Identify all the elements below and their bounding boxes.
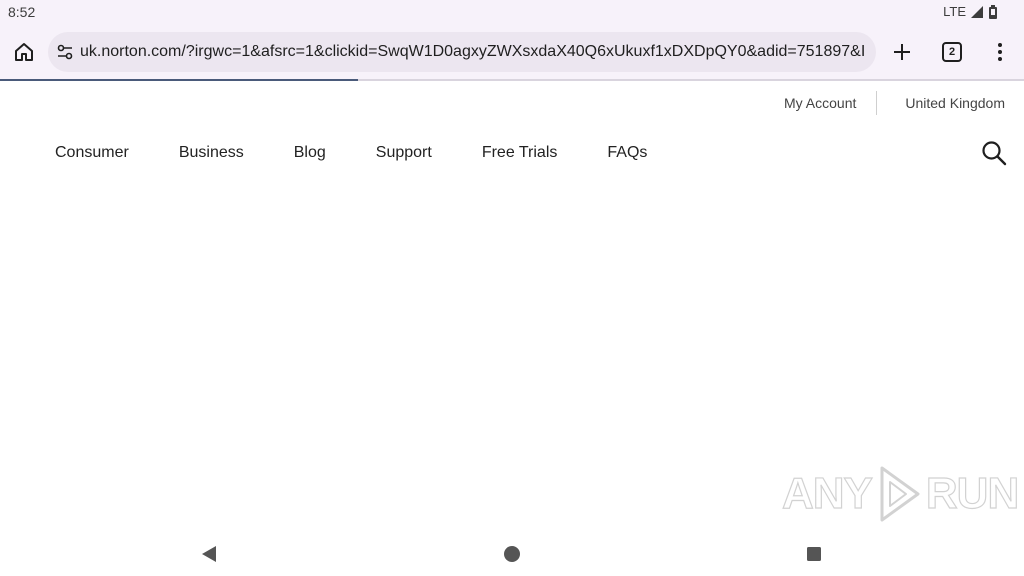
nav-item-free-trials[interactable]: Free Trials bbox=[482, 143, 558, 163]
tab-switcher-button[interactable]: 2 bbox=[936, 36, 968, 68]
tab-switcher-icon: 2 bbox=[942, 42, 962, 62]
home-icon bbox=[15, 43, 33, 61]
watermark-text-right: RUN bbox=[925, 469, 1020, 518]
region-selector-link[interactable]: United Kingdom bbox=[901, 92, 1009, 114]
nav-item-support[interactable]: Support bbox=[376, 143, 432, 163]
signal-icon bbox=[971, 5, 983, 18]
watermark-text-left: ANY bbox=[781, 469, 873, 518]
recents-icon[interactable] bbox=[802, 542, 826, 566]
android-screen: 8:52 LTE uk.norton.com/?irgwc=1&afsrc=1&… bbox=[0, 0, 1024, 576]
nav-item-blog[interactable]: Blog bbox=[294, 143, 326, 163]
tab-count: 2 bbox=[948, 45, 956, 58]
nav-item-business[interactable]: Business bbox=[179, 143, 244, 163]
more-vert-icon bbox=[998, 43, 1002, 61]
system-nav-bar bbox=[0, 536, 1024, 576]
nav-item-consumer[interactable]: Consumer bbox=[55, 143, 129, 163]
nav-item-faqs[interactable]: FAQs bbox=[607, 143, 647, 163]
home-circle-icon[interactable] bbox=[500, 542, 524, 566]
status-time: 8:52 bbox=[8, 4, 36, 20]
search-button[interactable] bbox=[980, 139, 1008, 167]
status-bar: 8:52 LTE bbox=[0, 0, 1024, 24]
battery-icon bbox=[989, 4, 997, 19]
play-logo-icon bbox=[880, 466, 920, 522]
main-nav: Consumer Business Blog Support Free Tria… bbox=[55, 143, 647, 163]
home-button[interactable] bbox=[8, 36, 40, 68]
browser-menu-button[interactable] bbox=[984, 36, 1016, 68]
utility-divider bbox=[876, 91, 878, 115]
url-text[interactable]: uk.norton.com/?irgwc=1&afsrc=1&clickid=S… bbox=[80, 42, 868, 62]
new-tab-button[interactable] bbox=[886, 36, 918, 68]
anyrun-watermark: ANY RUN bbox=[781, 464, 1020, 524]
my-account-link[interactable]: My Account bbox=[780, 92, 860, 114]
plus-icon bbox=[894, 44, 910, 60]
utility-nav: My Account United Kingdom bbox=[780, 91, 1009, 115]
network-type: LTE bbox=[943, 4, 966, 19]
status-indicators: LTE bbox=[943, 4, 998, 19]
browser-toolbar: uk.norton.com/?irgwc=1&afsrc=1&clickid=S… bbox=[0, 24, 1024, 80]
site-info-icon[interactable] bbox=[54, 41, 76, 63]
address-bar[interactable]: uk.norton.com/?irgwc=1&afsrc=1&clickid=S… bbox=[48, 32, 876, 72]
back-icon[interactable] bbox=[198, 542, 222, 566]
search-icon bbox=[982, 141, 1007, 166]
